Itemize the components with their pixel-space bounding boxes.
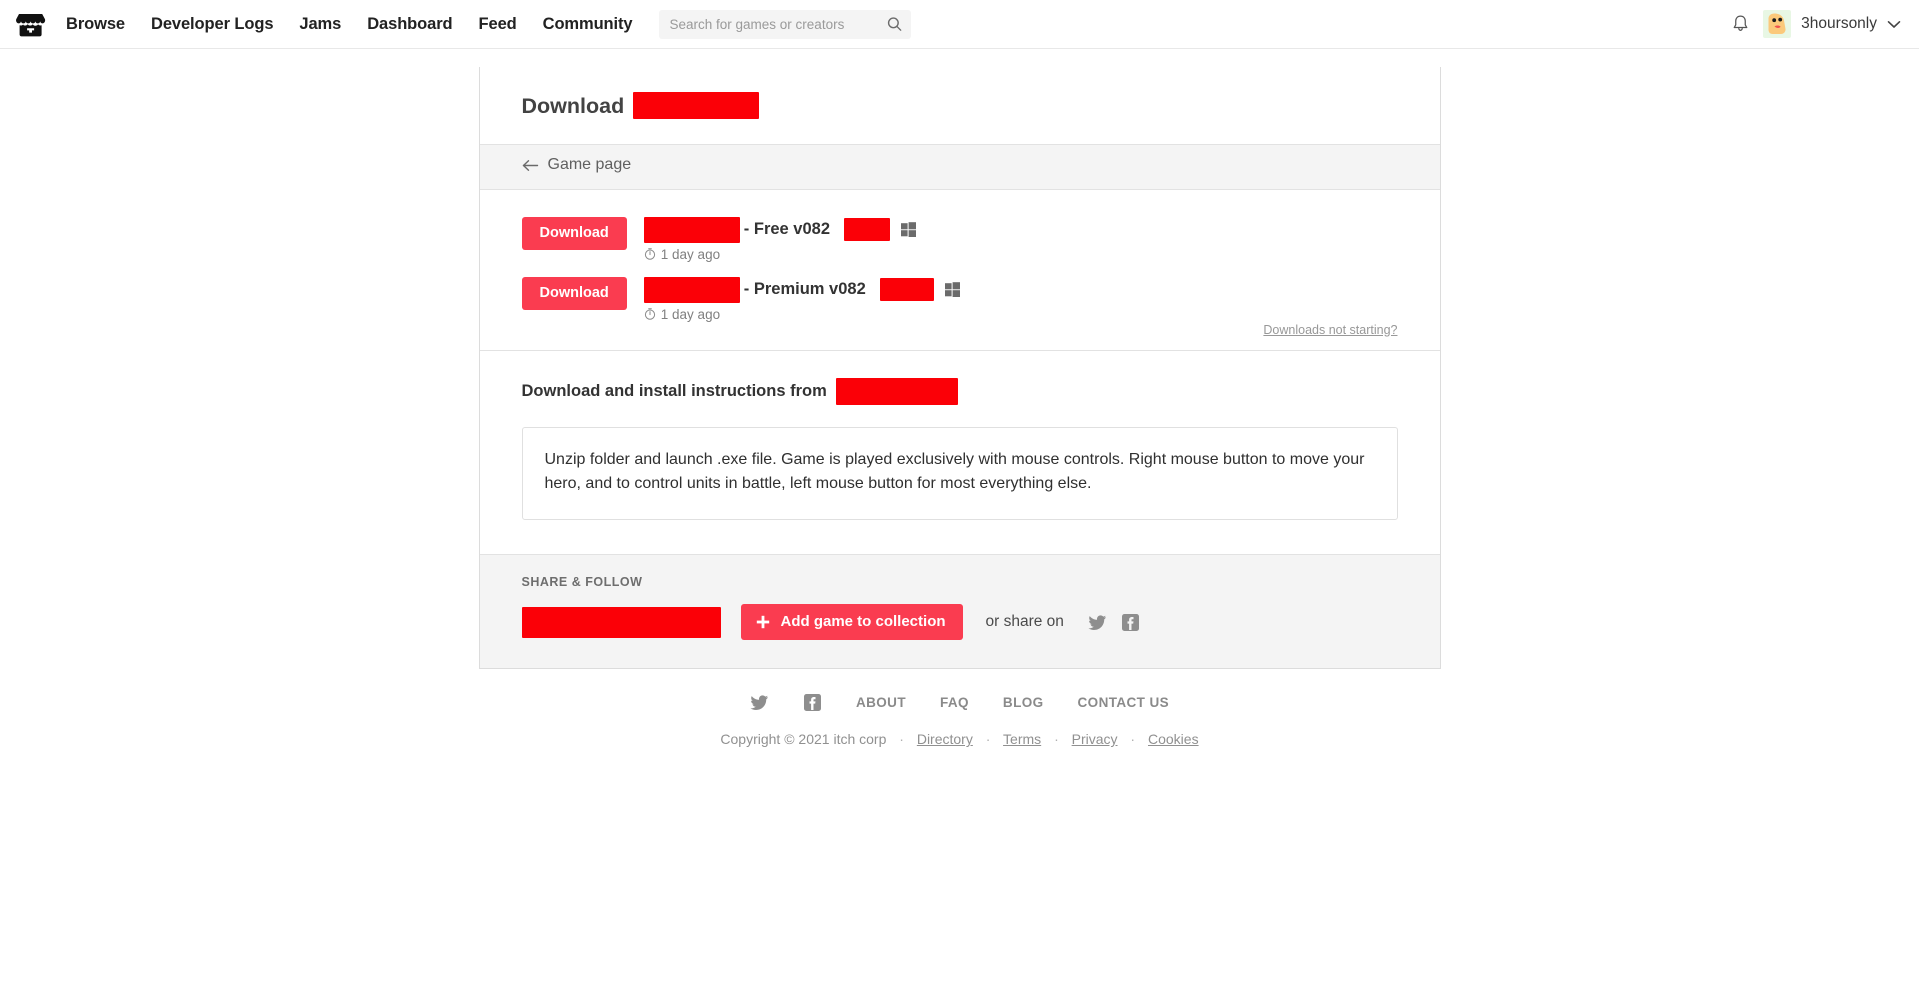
page-body: Download Game page Download - Free v082 <box>0 49 1919 990</box>
upload-time-label: 1 day ago <box>660 246 721 262</box>
upload-row: Download - Free v082 1 day ago <box>521 210 1398 270</box>
footer-nav: ABOUT FAQ BLOG CONTACT US <box>0 693 1919 712</box>
twitter-icon[interactable] <box>1088 613 1107 632</box>
username-label: 3hoursonly <box>1801 15 1877 32</box>
upload-meta: 1 day ago <box>644 307 960 322</box>
copyright-line: Copyright © 2021 itch corp · Directory ·… <box>0 731 1919 747</box>
upload-time-label: 1 day ago <box>660 306 721 322</box>
footer-link-terms[interactable]: Terms <box>1003 731 1041 747</box>
upload-name: - Free v082 <box>643 216 917 243</box>
redacted-upload-name <box>643 276 740 303</box>
share-section-label: SHARE & FOLLOW <box>521 575 643 590</box>
windows-icon <box>901 222 917 237</box>
download-panel: Download Game page Download - Free v082 <box>478 67 1441 670</box>
plus-icon <box>756 615 769 628</box>
back-bar: Game page <box>479 145 1440 190</box>
user-menu[interactable]: 3hoursonly <box>1763 10 1901 38</box>
search-input[interactable] <box>658 9 911 39</box>
facebook-icon[interactable] <box>803 693 822 712</box>
redacted-game-title <box>633 92 760 119</box>
redacted-file-size <box>844 218 891 241</box>
upload-info: - Premium v082 1 day ago <box>643 275 960 322</box>
top-navbar: Browse Developer Logs Jams Dashboard Fee… <box>0 0 1919 49</box>
nav-link-community[interactable]: Community <box>543 15 633 34</box>
search-icon[interactable] <box>887 17 902 32</box>
upload-list: Download - Free v082 1 day ago Download … <box>480 190 1440 350</box>
nav-link-dashboard[interactable]: Dashboard <box>367 15 452 34</box>
nav-link-developer-logs[interactable]: Developer Logs <box>151 15 273 34</box>
upload-name: - Premium v082 <box>643 276 960 303</box>
page-title: Download <box>521 92 1398 119</box>
redacted-file-size <box>879 278 934 301</box>
arrow-left-icon <box>522 159 538 171</box>
redacted-follow-button[interactable] <box>521 606 721 638</box>
downloads-not-starting-link[interactable]: Downloads not starting? <box>1263 323 1397 337</box>
upload-meta: 1 day ago <box>644 247 916 262</box>
search-container <box>658 9 911 39</box>
separator: · <box>899 731 904 748</box>
itch-io-logo-icon[interactable] <box>14 7 48 41</box>
back-to-game-page-link[interactable]: Game page <box>522 156 632 174</box>
redacted-upload-name <box>643 216 740 243</box>
install-instructions-heading: Download and install instructions from <box>521 377 1398 405</box>
share-row: Add game to collection or share on <box>521 604 1398 641</box>
nav-link-browse[interactable]: Browse <box>66 15 125 34</box>
install-instructions-heading-text: Download and install instructions from <box>521 381 827 400</box>
footer-link-contact-us[interactable]: CONTACT US <box>1078 695 1170 710</box>
install-instructions-section: Download and install instructions from U… <box>479 349 1440 555</box>
upload-row: Download - Premium v082 1 day ago <box>521 270 1398 330</box>
share-on-label: or share on <box>985 613 1064 631</box>
add-game-to-collection-label: Add game to collection <box>780 613 946 631</box>
back-link-label: Game page <box>547 156 632 173</box>
upload-name-suffix: - Premium v082 <box>743 280 866 299</box>
user-avatar[interactable] <box>1763 10 1792 38</box>
nav-link-jams[interactable]: Jams <box>299 15 341 34</box>
separator: · <box>1130 731 1136 748</box>
redacted-instructions-source <box>835 377 958 405</box>
nav-link-feed[interactable]: Feed <box>479 15 517 34</box>
upload-info: - Free v082 1 day ago <box>643 215 917 262</box>
bell-icon[interactable] <box>1731 14 1750 34</box>
panel-header: Download <box>479 67 1440 145</box>
footer-link-privacy[interactable]: Privacy <box>1072 731 1118 747</box>
footer-link-faq[interactable]: FAQ <box>940 695 969 710</box>
clock-icon <box>644 308 655 320</box>
page-footer: ABOUT FAQ BLOG CONTACT US Copyright © 20… <box>0 669 1919 747</box>
footer-link-directory[interactable]: Directory <box>917 731 973 747</box>
twitter-icon[interactable] <box>750 693 769 712</box>
footer-link-blog[interactable]: BLOG <box>1003 695 1044 710</box>
upload-name-suffix: - Free v082 <box>743 220 831 239</box>
download-button[interactable]: Download <box>521 216 627 251</box>
navbar-right: 3hoursonly <box>1731 10 1901 38</box>
clock-icon <box>644 248 655 260</box>
install-instructions-body: Unzip folder and launch .exe file. Game … <box>521 426 1398 521</box>
page-title-text: Download <box>521 93 625 118</box>
footer-link-about[interactable]: ABOUT <box>856 695 906 710</box>
copyright-text: Copyright © 2021 itch corp <box>720 731 887 748</box>
facebook-icon[interactable] <box>1121 613 1140 632</box>
separator: · <box>985 731 991 748</box>
add-game-to-collection-button[interactable]: Add game to collection <box>740 604 963 641</box>
separator: · <box>1054 731 1059 748</box>
windows-icon <box>944 282 960 297</box>
nav-links: Browse Developer Logs Jams Dashboard Fee… <box>66 15 633 34</box>
footer-link-cookies[interactable]: Cookies <box>1148 731 1199 747</box>
chevron-down-icon[interactable] <box>1887 20 1901 29</box>
share-icon-group <box>1088 613 1140 632</box>
download-button[interactable]: Download <box>521 276 627 311</box>
share-and-follow-section: SHARE & FOLLOW Add game to collection or… <box>479 554 1440 669</box>
